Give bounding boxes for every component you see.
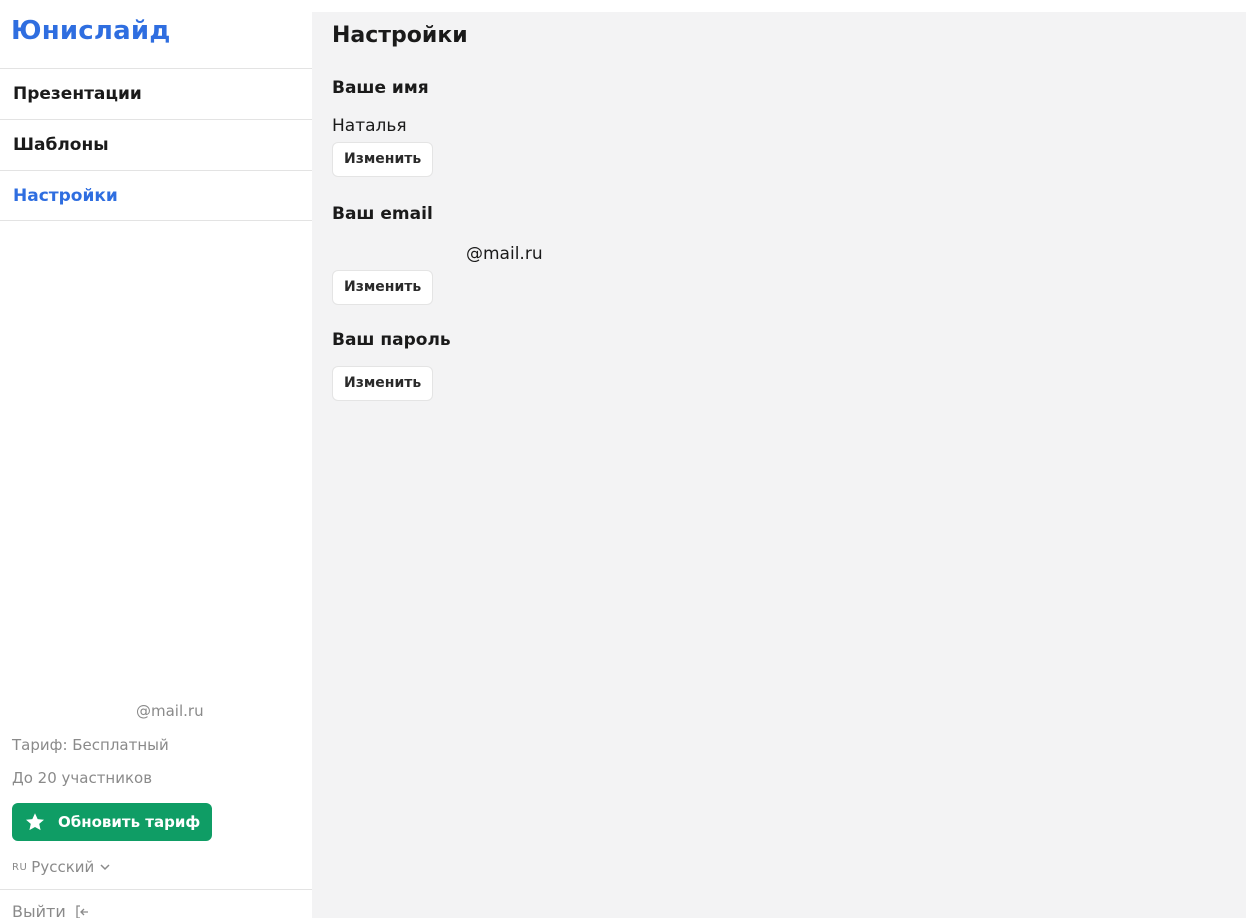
language-label: Русский <box>31 858 95 876</box>
account-email-domain: @mail.ru <box>136 702 204 720</box>
sidebar: Юнислайд Презентации Шаблоны Настройки @… <box>0 0 312 918</box>
email-section-title: Ваш email <box>332 204 433 224</box>
language-selector[interactable]: RU Русский <box>12 855 302 879</box>
sidebar-item-templates[interactable]: Шаблоны <box>0 119 312 170</box>
email-value: @mail.ru <box>332 244 632 266</box>
change-name-button[interactable]: Изменить <box>332 142 434 177</box>
name-value: Наталья <box>332 116 407 136</box>
upgrade-plan-button[interactable]: Обновить тариф <box>12 803 213 841</box>
account-panel: @mail.ru Тариф: Бесплатный До 20 участни… <box>12 700 302 879</box>
plan-label: Тариф: Бесплатный <box>12 736 169 754</box>
page-title: Настройки <box>332 23 468 48</box>
account-email: @mail.ru <box>12 700 302 724</box>
app-window: Юнислайд Презентации Шаблоны Настройки @… <box>0 0 1246 918</box>
sidebar-nav: Презентации Шаблоны Настройки <box>0 68 312 221</box>
logout-icon <box>76 904 88 918</box>
email-redaction <box>332 246 462 264</box>
logo[interactable]: Юнислайд <box>11 16 171 46</box>
logout-button[interactable]: Выйти <box>12 902 90 918</box>
sidebar-divider <box>0 889 312 890</box>
email-domain: @mail.ru <box>466 244 543 264</box>
change-password-button[interactable]: Изменить <box>332 366 434 401</box>
participants-limit: До 20 участников <box>12 769 153 787</box>
logout-label: Выйти <box>12 902 66 918</box>
name-section-title: Ваше имя <box>332 78 429 98</box>
password-section-title: Ваш пароль <box>332 330 451 350</box>
upgrade-plan-label: Обновить тариф <box>58 813 201 831</box>
change-email-button[interactable]: Изменить <box>332 270 434 305</box>
settings-panel: Настройки Ваше имя Наталья Изменить Ваш … <box>312 12 1246 918</box>
email-redaction <box>14 704 132 720</box>
chevron-down-icon <box>100 864 110 871</box>
language-code: RU <box>12 861 28 873</box>
star-icon <box>26 813 44 831</box>
sidebar-item-settings[interactable]: Настройки <box>0 170 312 221</box>
sidebar-item-presentations[interactable]: Презентации <box>0 68 312 119</box>
